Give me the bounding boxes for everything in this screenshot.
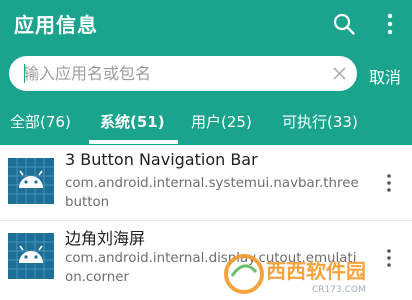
more-vertical-icon[interactable] [386,173,392,193]
cancel-button[interactable]: 取消 [369,64,401,88]
tab-indicator [89,140,178,144]
watermark-logo: 西西软件园 CR173.COM [224,254,366,295]
search-icon[interactable] [332,12,356,36]
more-vertical-icon[interactable] [381,12,399,36]
tab-bar: 全部(76) 系统(51) 用户(25) 可执行(33) [0,107,412,145]
tab-all[interactable]: 全部(76) [10,111,71,132]
search-input[interactable] [23,56,323,91]
tab-system[interactable]: 系统(51) [100,111,165,132]
app-name: 3 Button Navigation Bar [65,150,258,169]
app-name: 边角刘海屏 [65,229,146,248]
android-icon [8,233,54,279]
tab-user[interactable]: 用户(25) [191,111,252,132]
tab-executable[interactable]: 可执行(33) [282,111,358,132]
page-title: 应用信息 [14,13,98,37]
search-box [9,56,357,91]
text-cursor [24,64,25,83]
android-icon [8,158,54,204]
watermark-subtext: CR173.COM [312,285,366,295]
app-package: com.android.internal.systemui.navbar.thr… [65,176,359,210]
watermark-text: 西西软件园 [266,259,366,283]
list-item[interactable]: 3 Button Navigation Bar com.android.inte… [0,145,412,220]
clear-icon[interactable] [333,67,346,80]
